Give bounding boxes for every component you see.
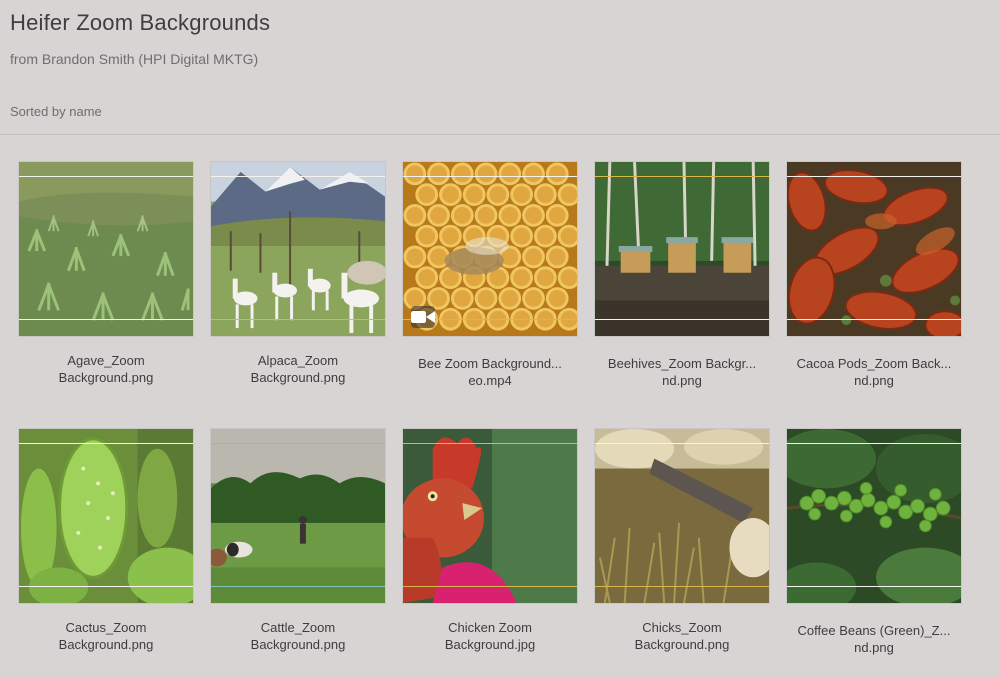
file-name[interactable]: Beehives_Zoom Backgr... nd.png	[582, 355, 782, 389]
honeycomb-video-thumbnail[interactable]	[402, 161, 578, 337]
file-name[interactable]: Chicken Zoom Background.jpg	[390, 619, 590, 653]
file-name[interactable]: Coffee Beans (Green)_Z... nd.png	[774, 622, 974, 656]
guide-line	[19, 586, 193, 587]
guide-line	[19, 319, 193, 320]
file-name[interactable]: Agave_Zoom Background.png	[6, 352, 206, 386]
file-name[interactable]: Alpaca_Zoom Background.png	[198, 352, 398, 386]
cacao-pods-thumbnail[interactable]	[786, 161, 962, 337]
video-camera-icon	[411, 306, 435, 328]
guide-line	[211, 586, 385, 587]
guide-line	[19, 176, 193, 177]
file-tile-chicken[interactable]: Chicken Zoom Background.jpg	[402, 428, 578, 652]
chicks-thumbnail[interactable]	[594, 428, 770, 604]
guide-line	[787, 586, 961, 587]
file-tile-chicks[interactable]: Chicks_Zoom Background.png	[594, 428, 770, 652]
guide-line	[403, 586, 577, 587]
guide-line	[595, 176, 769, 177]
file-tile-cactus[interactable]: Cactus_Zoom Background.png	[18, 428, 194, 652]
guide-line	[595, 443, 769, 444]
file-tile-agave[interactable]: Agave_Zoom Background.png	[18, 161, 194, 385]
guide-line	[787, 176, 961, 177]
guide-line	[211, 443, 385, 444]
chicken-thumbnail[interactable]	[402, 428, 578, 604]
file-tile-beehives[interactable]: Beehives_Zoom Backgr... nd.png	[594, 161, 770, 388]
guide-line	[211, 176, 385, 177]
guide-line	[403, 443, 577, 444]
file-tile-alpaca[interactable]: Alpaca_Zoom Background.png	[210, 161, 386, 385]
guide-line	[19, 443, 193, 444]
guide-line	[211, 319, 385, 320]
file-name[interactable]: Bee Zoom Background... eo.mp4	[390, 355, 590, 389]
file-name[interactable]: Cattle_Zoom Background.png	[198, 619, 398, 653]
guide-line	[403, 176, 577, 177]
file-grid: Agave_Zoom Background.png Alpaca_Zoom Ba…	[0, 0, 1000, 677]
file-name[interactable]: Cacoa Pods_Zoom Back... nd.png	[774, 355, 974, 389]
guide-line	[595, 319, 769, 320]
file-browser-page: Heifer Zoom Backgrounds from Brandon Smi…	[0, 0, 1000, 677]
guide-line	[595, 586, 769, 587]
file-name[interactable]: Cactus_Zoom Background.png	[6, 619, 206, 653]
cactus-thumbnail[interactable]	[18, 428, 194, 604]
file-tile-coffee-beans[interactable]: Coffee Beans (Green)_Z... nd.png	[786, 428, 962, 655]
guide-line	[787, 443, 961, 444]
alpaca-thumbnail[interactable]	[210, 161, 386, 337]
cattle-field-thumbnail[interactable]	[210, 428, 386, 604]
agave-field-thumbnail[interactable]	[18, 161, 194, 337]
file-tile-bee-video[interactable]: Bee Zoom Background... eo.mp4	[402, 161, 578, 388]
guide-line	[787, 319, 961, 320]
coffee-beans-thumbnail[interactable]	[786, 428, 962, 604]
file-tile-cattle[interactable]: Cattle_Zoom Background.png	[210, 428, 386, 652]
file-tile-cacao-pods[interactable]: Cacoa Pods_Zoom Back... nd.png	[786, 161, 962, 388]
beehives-thumbnail[interactable]	[594, 161, 770, 337]
file-name[interactable]: Chicks_Zoom Background.png	[582, 619, 782, 653]
